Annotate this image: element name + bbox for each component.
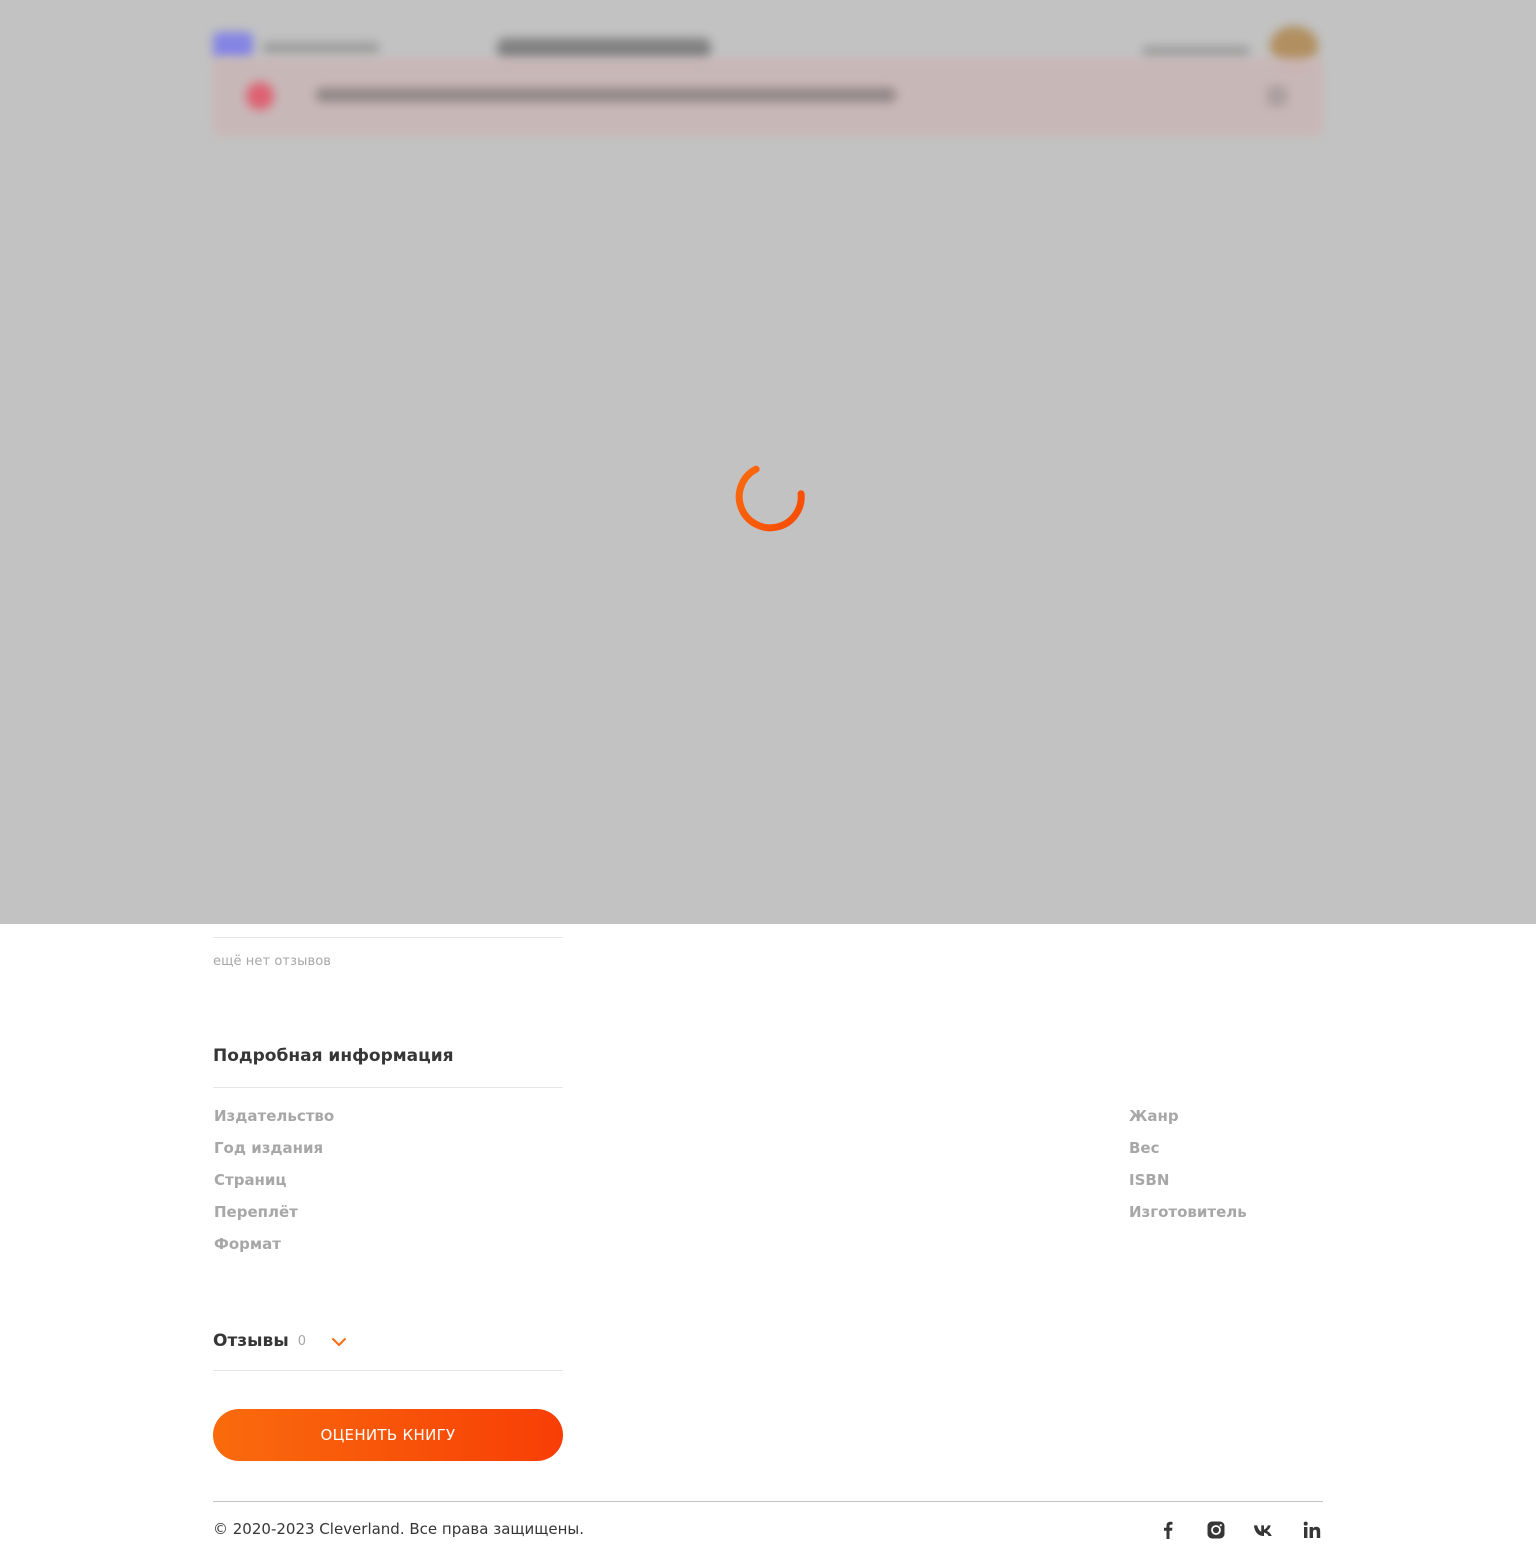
loading-overlay [0, 0, 1536, 924]
detail-label-weight: Вес [1129, 1139, 1160, 1157]
blurred-page-title [497, 38, 711, 60]
blurred-logo-text [262, 42, 380, 54]
no-reviews-text: ещё нет отзывов [213, 954, 332, 969]
spinner-icon [735, 465, 805, 532]
detail-label-genre: Жанр [1129, 1107, 1179, 1125]
reviews-count: 0 [297, 1333, 306, 1349]
blurred-alert-icon [246, 82, 274, 110]
detail-label-manufacturer: Изготовитель [1129, 1203, 1247, 1221]
footer-copyright: © 2020-2023 Cleverland. Все права защище… [213, 1520, 585, 1538]
blurred-alert-text [316, 88, 896, 102]
detail-label-pages: Страниц [214, 1171, 287, 1189]
detail-label-format: Формат [214, 1235, 281, 1253]
blurred-logo-icon [213, 32, 253, 58]
chevron-down-icon[interactable] [330, 1334, 348, 1348]
linkedin-icon[interactable] [1301, 1519, 1323, 1541]
detail-label-isbn: ISBN [1129, 1171, 1170, 1189]
vk-icon[interactable] [1253, 1519, 1275, 1541]
reviews-divider [213, 937, 563, 938]
details-divider [213, 1087, 563, 1088]
reviews-header[interactable]: Отзывы 0 [213, 1329, 348, 1353]
blurred-user-name [1142, 46, 1250, 58]
social-links [1157, 1519, 1323, 1541]
detail-label-publisher: Издательство [214, 1107, 335, 1125]
detail-label-year: Год издания [214, 1139, 324, 1157]
details-right-column: Жанр Вес ISBN Изготовитель [1129, 1106, 1247, 1234]
footer-divider [213, 1501, 1323, 1502]
reviews-title: Отзывы [213, 1331, 289, 1351]
rate-book-button[interactable]: ОЦЕНИТЬ КНИГУ [213, 1409, 563, 1461]
instagram-icon[interactable] [1205, 1519, 1227, 1541]
blurred-close-icon [1267, 86, 1287, 106]
detail-label-binding: Переплёт [214, 1203, 298, 1221]
facebook-icon[interactable] [1157, 1519, 1179, 1541]
details-title: Подробная информация [213, 1046, 454, 1066]
book-page: ещё нет отзывов Подробная информация Изд… [0, 0, 1536, 1557]
details-left-column: Издательство Год издания Страниц Переплё… [214, 1106, 334, 1266]
reviews-header-divider [213, 1370, 563, 1371]
